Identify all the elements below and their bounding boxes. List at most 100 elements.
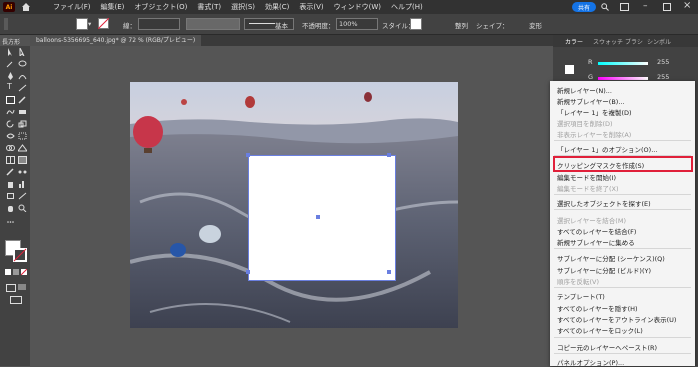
align-button[interactable]: 整列: [455, 20, 468, 30]
pen-tool-icon[interactable]: [6, 72, 15, 80]
menu-outline-all-layers[interactable]: すべてのレイヤーをアウトライン表示(U): [557, 314, 676, 324]
eraser-tool-icon[interactable]: [18, 108, 27, 116]
variable-width-field[interactable]: [186, 18, 240, 30]
menu-select[interactable]: 選択(S): [231, 2, 255, 12]
stroke-none-icon[interactable]: [98, 18, 109, 29]
column-graph-icon[interactable]: [18, 180, 27, 188]
lasso-icon[interactable]: [18, 60, 27, 68]
menu-new-sublayer[interactable]: 新規サブレイヤー(B)...: [557, 96, 625, 106]
zoom-tool-icon[interactable]: [18, 204, 27, 212]
menu-window[interactable]: ウィンドウ(W): [334, 2, 381, 12]
curvature-tool-icon[interactable]: [18, 72, 27, 80]
shaper-tool-icon[interactable]: [6, 108, 15, 116]
none-mode-icon[interactable]: [21, 269, 27, 275]
selection-tool-icon[interactable]: [6, 48, 15, 56]
tab-symbols[interactable]: シンボル: [647, 37, 671, 46]
workspace-icon[interactable]: [620, 3, 629, 11]
menu-separator: [554, 194, 691, 195]
menu-locate-object[interactable]: 選択したオブジェクトを探す(E): [557, 198, 651, 208]
menu-duplicate-layer[interactable]: 「レイヤー 1」を複製(D): [557, 107, 632, 117]
blend-tool-icon[interactable]: [18, 168, 27, 176]
direct-selection-tool-icon[interactable]: [18, 48, 27, 56]
gradient-tool-icon[interactable]: [18, 156, 27, 164]
document-tab[interactable]: balloons-5356695_640.jpg* @ 72 % (RGB/プレ…: [30, 35, 202, 46]
white-rectangle-object[interactable]: [248, 155, 396, 281]
minimize-icon[interactable]: –: [643, 1, 648, 11]
mesh-tool-icon[interactable]: [6, 156, 15, 164]
fill-swatch[interactable]: [76, 18, 88, 30]
rotate-tool-icon[interactable]: [6, 120, 15, 128]
share-button[interactable]: 共有: [572, 2, 596, 12]
g-slider[interactable]: [598, 77, 648, 80]
screen-mode-icon[interactable]: [18, 284, 26, 290]
menu-separator: [554, 209, 691, 210]
gradient-mode-icon[interactable]: [13, 269, 19, 275]
stroke-weight-field[interactable]: [138, 18, 180, 30]
home-icon[interactable]: [21, 2, 31, 12]
transform-button[interactable]: 変形: [529, 20, 542, 30]
rectangle-tool-icon[interactable]: [6, 96, 15, 104]
menu-collect-in-new-layer[interactable]: 新規サブレイヤーに集める: [557, 237, 635, 247]
center-point[interactable]: [316, 215, 320, 219]
change-screen-mode-icon[interactable]: [10, 296, 22, 304]
menu-lock-all-layers[interactable]: すべてのレイヤーをロック(L): [557, 325, 643, 335]
menu-help[interactable]: ヘルプ(H): [391, 2, 423, 12]
menu-flatten-artwork[interactable]: すべてのレイヤーを結合(F): [557, 226, 636, 236]
menu-release-to-layers-sequence[interactable]: サブレイヤーに分配 (シーケンス)(Q): [557, 253, 665, 263]
eyedropper-tool-icon[interactable]: [6, 168, 15, 176]
menu-file[interactable]: ファイル(F): [53, 2, 91, 12]
r-channel-label: R: [588, 58, 593, 66]
opacity-field[interactable]: 100%: [336, 18, 378, 30]
artboard-tool-icon[interactable]: [6, 192, 15, 200]
menu-type[interactable]: 書式(T): [197, 2, 221, 12]
paintbrush-tool-icon[interactable]: [18, 96, 27, 104]
menu-exit-isolation-mode: 編集モードを終了(X): [557, 185, 619, 193]
selection-handle[interactable]: [246, 153, 250, 157]
menu-delete-hidden-layers: 非表示レイヤーを削除(A): [557, 131, 632, 139]
search-icon[interactable]: [601, 3, 609, 11]
highlight-box: [553, 156, 693, 172]
menu-paste-remembers-layers[interactable]: コピー元のレイヤーへペースト(R): [557, 342, 657, 352]
selection-handle[interactable]: [387, 153, 391, 157]
slice-tool-icon[interactable]: [18, 192, 27, 200]
type-tool-icon[interactable]: T: [7, 82, 16, 91]
menu-layer-options[interactable]: 「レイヤー 1」のオプション(O)...: [557, 144, 657, 154]
menu-release-to-layers-build[interactable]: サブレイヤーに分配 (ビルド)(Y): [557, 265, 651, 275]
draw-mode-icon[interactable]: [6, 284, 16, 292]
magic-wand-icon[interactable]: [6, 60, 15, 68]
menu-separator: [554, 287, 691, 288]
r-value[interactable]: 255: [657, 58, 669, 66]
symbol-sprayer-icon[interactable]: [6, 180, 15, 188]
menu-effect[interactable]: 効果(C): [265, 2, 289, 12]
menu-edit[interactable]: 編集(E): [101, 2, 125, 12]
stroke-color-swatch[interactable]: [13, 248, 27, 262]
tab-swatches[interactable]: スウォッチ: [593, 37, 623, 46]
selection-handle[interactable]: [246, 270, 250, 274]
tab-color[interactable]: カラー: [565, 37, 583, 46]
hand-tool-icon[interactable]: [6, 204, 15, 212]
panel-fill-swatch[interactable]: [565, 65, 574, 74]
menu-new-layer[interactable]: 新規レイヤー(N)...: [557, 85, 612, 95]
line-tool-icon[interactable]: [18, 84, 27, 92]
style-swatch[interactable]: [410, 18, 422, 30]
selection-handle[interactable]: [387, 270, 391, 274]
chevron-down-icon[interactable]: ▾: [88, 20, 91, 28]
close-icon[interactable]: ×: [683, 0, 691, 11]
shape-builder-tool-icon[interactable]: [6, 144, 15, 152]
menu-hide-all-layers[interactable]: すべてのレイヤーを隠す(H): [557, 303, 638, 313]
r-slider[interactable]: [598, 62, 648, 65]
menu-enter-isolation-mode[interactable]: 編集モードを開始(I): [557, 172, 616, 182]
tab-brushes[interactable]: ブラシ: [625, 37, 643, 46]
edit-toolbar-icon[interactable]: [6, 218, 15, 226]
menu-template[interactable]: テンプレート(T): [557, 291, 605, 301]
perspective-grid-icon[interactable]: [18, 144, 27, 152]
g-value[interactable]: 255: [657, 73, 669, 81]
color-mode-icon[interactable]: [5, 269, 11, 275]
maximize-icon[interactable]: [663, 3, 671, 11]
shape-button[interactable]: シェイプ：: [476, 20, 509, 30]
scale-tool-icon[interactable]: [18, 120, 27, 128]
menu-view[interactable]: 表示(V): [299, 2, 323, 12]
free-transform-tool-icon[interactable]: [18, 132, 27, 140]
width-tool-icon[interactable]: [6, 132, 15, 140]
menu-object[interactable]: オブジェクト(O): [134, 2, 187, 12]
